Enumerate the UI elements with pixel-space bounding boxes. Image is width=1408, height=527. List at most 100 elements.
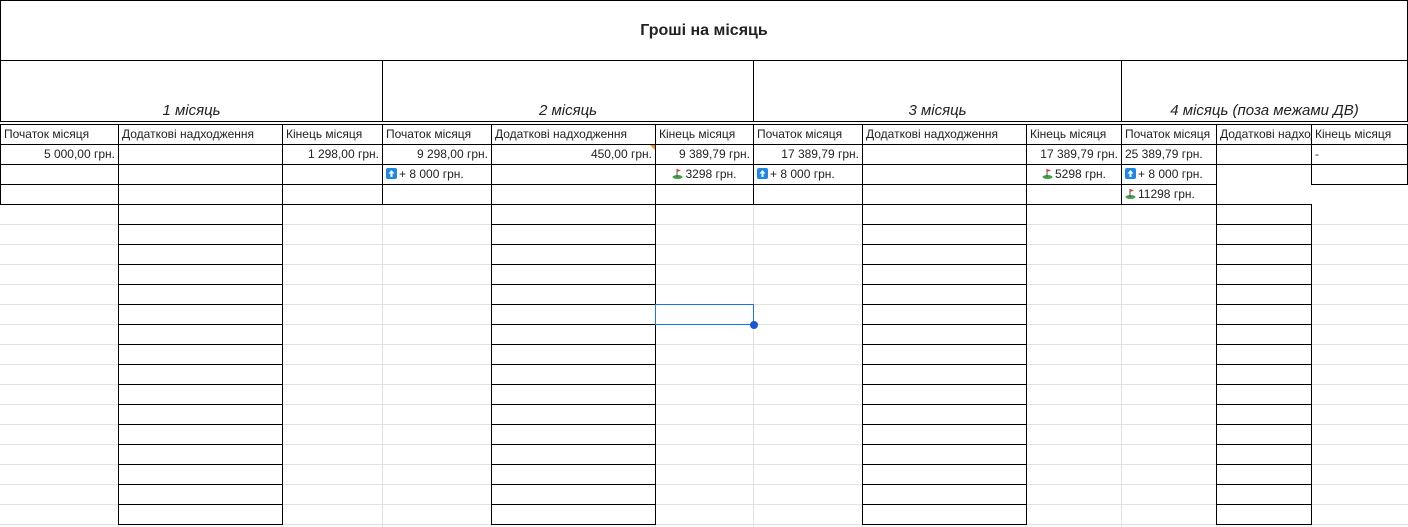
month-header-4[interactable]: 4 місяць (поза межами ДВ) — [1121, 60, 1408, 122]
col-header-end-3[interactable]: Кінець місяця — [1026, 124, 1122, 145]
empty-cell[interactable] — [0, 184, 119, 205]
bordered-empty-cell[interactable] — [491, 484, 656, 505]
month-header-2[interactable]: 2 місяць — [382, 60, 754, 122]
bordered-empty-cell[interactable] — [862, 364, 1027, 385]
bordered-empty-cell[interactable] — [1216, 424, 1312, 445]
month4-goal-cell[interactable]: 11298 грн. — [1121, 184, 1217, 205]
bordered-empty-cell[interactable] — [1216, 404, 1312, 425]
col-header-start-3[interactable]: Початок місяця — [753, 124, 863, 145]
empty-cell[interactable] — [282, 164, 383, 185]
col-header-end-1[interactable]: Кінець місяця — [282, 124, 383, 145]
col-header-start-2[interactable]: Початок місяця — [382, 124, 492, 145]
month4-start-cell[interactable]: 25 389,79 грн. — [1121, 144, 1217, 165]
spreadsheet-grid[interactable]: Гроші на місяць 1 місяць 2 місяць 3 міся… — [0, 0, 1408, 527]
bordered-empty-cell[interactable] — [491, 364, 656, 385]
month1-extra-cell[interactable] — [118, 144, 283, 165]
col-header-extra-2[interactable]: Додаткові надходження — [491, 124, 656, 145]
bordered-empty-cell[interactable] — [491, 384, 656, 405]
col-header-start-1[interactable]: Початок місяця — [0, 124, 119, 145]
bordered-empty-cell[interactable] — [491, 404, 656, 425]
bordered-empty-cell[interactable] — [862, 444, 1027, 465]
bordered-empty-cell[interactable] — [118, 444, 283, 465]
month2-extra-cell[interactable]: 450,00 грн. — [491, 144, 656, 165]
empty-cell[interactable] — [491, 164, 656, 185]
bordered-empty-cell[interactable] — [862, 344, 1027, 365]
bordered-empty-cell[interactable] — [118, 464, 283, 485]
month1-start-cell[interactable]: 5 000,00 грн. — [0, 144, 119, 165]
bordered-empty-cell[interactable] — [491, 504, 656, 525]
bordered-empty-cell[interactable] — [1216, 364, 1312, 385]
bordered-empty-cell[interactable] — [118, 264, 283, 285]
bordered-empty-cell[interactable] — [862, 324, 1027, 345]
empty-cell[interactable] — [282, 184, 383, 205]
bordered-empty-cell[interactable] — [862, 484, 1027, 505]
bordered-empty-cell[interactable] — [118, 484, 283, 505]
bordered-empty-cell[interactable] — [118, 204, 283, 225]
empty-cell[interactable] — [655, 184, 754, 205]
bordered-empty-cell[interactable] — [862, 264, 1027, 285]
bordered-empty-cell[interactable] — [118, 344, 283, 365]
month3-end-cell[interactable]: 17 389,79 грн. — [1026, 144, 1122, 165]
bordered-empty-cell[interactable] — [862, 504, 1027, 525]
bordered-empty-cell[interactable] — [491, 464, 656, 485]
bordered-empty-cell[interactable] — [862, 424, 1027, 445]
bordered-empty-cell[interactable] — [862, 244, 1027, 265]
bordered-empty-cell[interactable] — [862, 204, 1027, 225]
bordered-empty-cell[interactable] — [1216, 284, 1312, 305]
empty-cell[interactable] — [0, 164, 119, 185]
col-header-extra-4[interactable]: Додаткові надходження — [1216, 124, 1312, 145]
bordered-empty-cell[interactable] — [118, 244, 283, 265]
bordered-empty-cell[interactable] — [862, 304, 1027, 325]
col-header-extra-1[interactable]: Додаткові надходження — [118, 124, 283, 145]
bordered-empty-cell[interactable] — [491, 264, 656, 285]
empty-cell[interactable] — [1026, 184, 1122, 205]
col-header-start-4[interactable]: Початок місяця — [1121, 124, 1217, 145]
bordered-empty-cell[interactable] — [862, 224, 1027, 245]
bordered-empty-cell[interactable] — [862, 404, 1027, 425]
bordered-empty-cell[interactable] — [1216, 384, 1312, 405]
bordered-empty-cell[interactable] — [118, 424, 283, 445]
month3-start-cell[interactable]: 17 389,79 грн. — [753, 144, 863, 165]
bordered-empty-cell[interactable] — [118, 404, 283, 425]
bordered-empty-cell[interactable] — [491, 324, 656, 345]
bordered-empty-cell[interactable] — [1216, 264, 1312, 285]
empty-cell[interactable] — [491, 184, 656, 205]
selected-cell[interactable] — [655, 304, 754, 325]
bordered-empty-cell[interactable] — [862, 464, 1027, 485]
month1-end-cell[interactable]: 1 298,00 грн. — [282, 144, 383, 165]
bordered-empty-cell[interactable] — [118, 224, 283, 245]
bordered-empty-cell[interactable] — [118, 304, 283, 325]
month2-goal-cell[interactable]: 3298 грн. — [655, 164, 754, 185]
bordered-empty-cell[interactable] — [491, 344, 656, 365]
bordered-empty-cell[interactable] — [1216, 324, 1312, 345]
bordered-empty-cell[interactable] — [1216, 244, 1312, 265]
col-header-extra-3[interactable]: Додаткові надходження — [862, 124, 1027, 145]
empty-cell[interactable] — [753, 184, 863, 205]
month4-end-cell[interactable]: - — [1311, 144, 1408, 165]
month2-start-cell[interactable]: 9 298,00 грн. — [382, 144, 492, 165]
empty-cell[interactable] — [382, 184, 492, 205]
bordered-empty-cell[interactable] — [1216, 304, 1312, 325]
empty-cell[interactable] — [862, 164, 1027, 185]
fill-handle[interactable] — [750, 321, 758, 329]
bordered-empty-cell[interactable] — [1216, 484, 1312, 505]
bordered-empty-cell[interactable] — [862, 384, 1027, 405]
month4-deposit-cell[interactable]: + 8 000 грн. — [1121, 164, 1217, 185]
month3-deposit-cell[interactable]: + 8 000 грн. — [753, 164, 863, 185]
bordered-empty-cell[interactable] — [491, 284, 656, 305]
bordered-empty-cell[interactable] — [491, 224, 656, 245]
sheet-title[interactable]: Гроші на місяць — [0, 0, 1408, 61]
month3-extra-cell[interactable] — [862, 144, 1027, 165]
col-header-end-2[interactable]: Кінець місяця — [655, 124, 754, 145]
month2-end-cell[interactable]: 9 389,79 грн. — [655, 144, 754, 165]
month3-goal-cell[interactable]: 5298 грн. — [1026, 164, 1122, 185]
month4-extra-cell[interactable] — [1216, 144, 1312, 165]
bordered-empty-cell[interactable] — [491, 444, 656, 465]
bordered-empty-cell[interactable] — [1216, 444, 1312, 465]
month-header-1[interactable]: 1 місяць — [0, 60, 383, 122]
bordered-empty-cell[interactable] — [491, 424, 656, 445]
bordered-empty-cell[interactable] — [118, 364, 283, 385]
bordered-empty-cell[interactable] — [1216, 504, 1312, 525]
empty-cell[interactable] — [118, 184, 283, 205]
month-header-3[interactable]: 3 місяць — [753, 60, 1122, 122]
